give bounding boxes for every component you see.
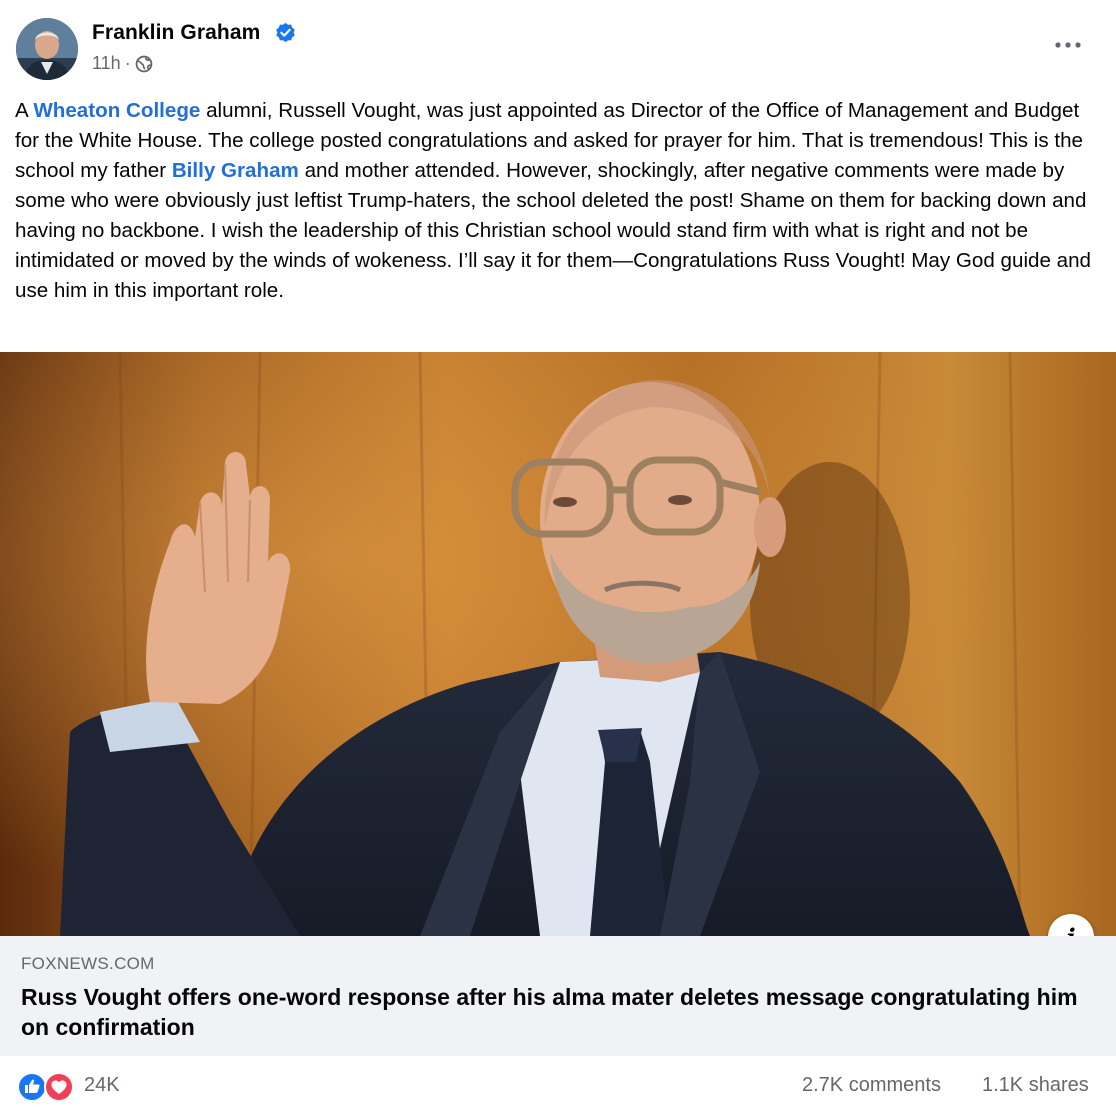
more-options-icon (1055, 42, 1081, 48)
avatar-image (16, 18, 78, 80)
globe-icon (135, 55, 153, 72)
engagement-bar: 24K 2.7K comments 1.1K shares (0, 1056, 1116, 1110)
shares-count[interactable]: 1.1K shares (982, 1074, 1089, 1097)
post-meta: 11h · (92, 53, 153, 74)
post-timestamp[interactable]: 11h (92, 53, 121, 74)
wheaton-college-link[interactable]: Wheaton College (33, 99, 200, 122)
link-preview-image[interactable] (0, 352, 1116, 936)
link-preview-card[interactable]: FOXNEWS.COM Russ Vought offers one-word … (0, 936, 1116, 1056)
hearing-photo (0, 352, 1116, 936)
link-title[interactable]: Russ Vought offers one-word response aft… (21, 982, 1081, 1042)
post-header: Franklin Graham 11h · (0, 0, 1116, 92)
comments-count[interactable]: 2.7K comments (802, 1074, 941, 1097)
like-icon (17, 1072, 47, 1102)
meta-separator: · (124, 53, 131, 73)
author-avatar[interactable] (16, 18, 78, 80)
link-domain: FOXNEWS.COM (21, 954, 155, 973)
billy-graham-link[interactable]: Billy Graham (172, 159, 299, 182)
reaction-count[interactable]: 24K (84, 1074, 120, 1097)
reaction-icons[interactable] (17, 1072, 77, 1102)
love-icon (44, 1072, 74, 1102)
more-options-button[interactable] (1050, 30, 1086, 60)
post-text-part-1: A (15, 99, 34, 122)
verified-badge-icon (276, 22, 295, 43)
author-name[interactable]: Franklin Graham (92, 21, 260, 45)
post-body: A Wheaton College alumni, Russell Vought… (15, 96, 1107, 306)
